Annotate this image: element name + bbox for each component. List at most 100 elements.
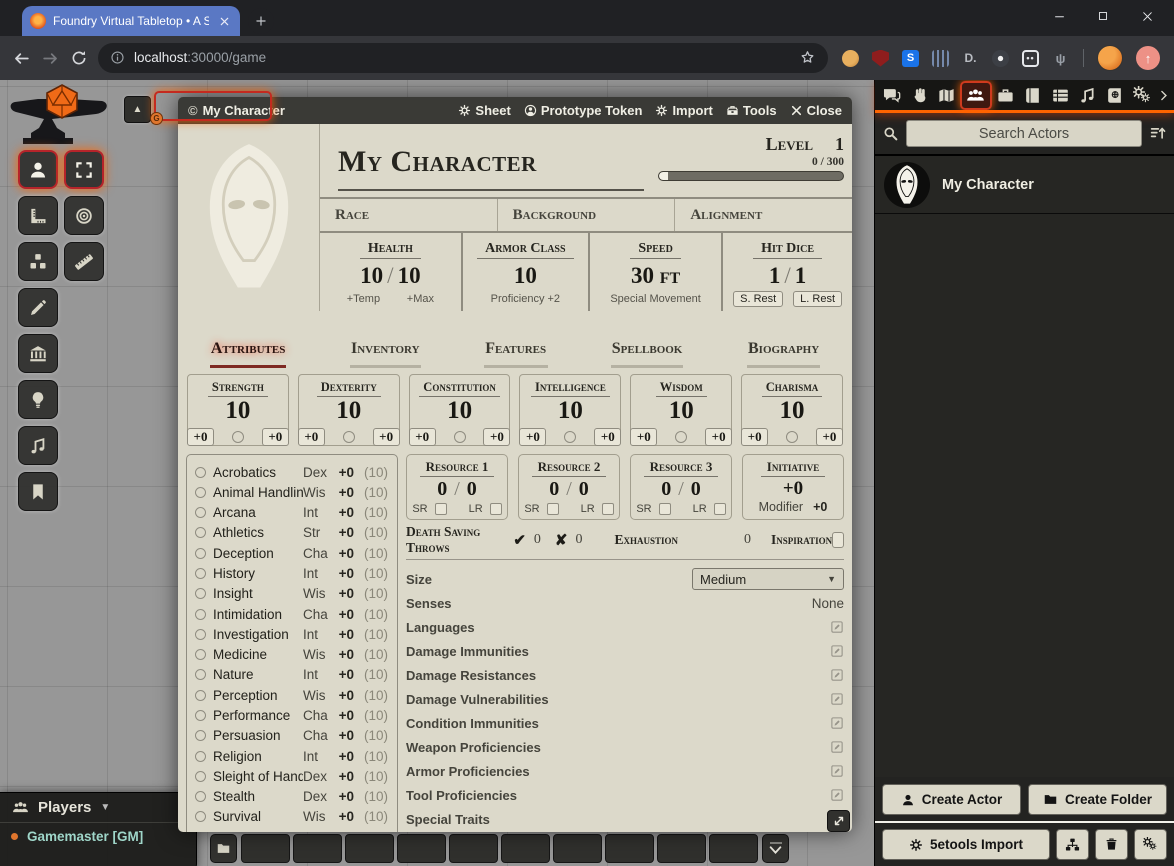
proficiency-radio[interactable]: [195, 791, 206, 802]
macro-slot[interactable]: [605, 834, 654, 863]
create-actor-button[interactable]: Create Actor: [882, 784, 1021, 815]
ability-score[interactable]: 10: [410, 398, 510, 423]
sidebar-tab-playlists[interactable]: [1074, 81, 1101, 110]
lighting-controls[interactable]: [18, 380, 58, 419]
session-extension[interactable]: S: [902, 50, 919, 67]
site-info-icon[interactable]: [110, 49, 125, 67]
camera-extension[interactable]: [992, 50, 1009, 67]
proficiency-radio[interactable]: [195, 811, 206, 822]
resource-max[interactable]: 0: [467, 478, 477, 500]
back-icon[interactable]: [12, 49, 31, 68]
proficiency-radio[interactable]: [195, 487, 206, 498]
level-field[interactable]: Level1: [658, 134, 844, 155]
resource-value[interactable]: 0: [437, 478, 447, 500]
short-rest-button[interactable]: S. Rest: [733, 291, 783, 307]
configure-button[interactable]: [1134, 829, 1167, 860]
sidebar-tab-chat[interactable]: [878, 81, 905, 110]
browser-tab[interactable]: Foundry Virtual Tabletop • A Stan: [22, 6, 240, 36]
proficiency-radio[interactable]: [195, 467, 206, 478]
sidebar-tab-scenes[interactable]: [933, 81, 960, 110]
edit-trait-button[interactable]: [830, 714, 844, 732]
grid-extension[interactable]: [932, 50, 949, 67]
target-tool[interactable]: [64, 196, 104, 235]
ability-modifier[interactable]: +0: [519, 428, 546, 446]
sidebar-tab-actors[interactable]: [960, 81, 991, 110]
resource-max[interactable]: 0: [579, 478, 589, 500]
saving-throw-modifier[interactable]: +0: [594, 428, 621, 446]
tab-attributes[interactable]: Attributes: [205, 340, 292, 368]
tab-close-icon[interactable]: [216, 13, 232, 29]
health-block[interactable]: Health 10/10 +Temp+Max: [320, 233, 463, 311]
proficiency-radio[interactable]: [195, 649, 206, 660]
hit-dice-block[interactable]: Hit Dice 1/1 S. Rest L. Rest: [723, 233, 852, 311]
lr-checkbox[interactable]: [490, 503, 502, 515]
proficiency-radio[interactable]: [195, 751, 206, 762]
skill-row[interactable]: PersuasionCha+0(10): [195, 726, 388, 746]
skill-row[interactable]: Sleight of HandDex+0(10): [195, 766, 388, 786]
update-chrome-icon[interactable]: ↑: [1136, 46, 1160, 70]
max-hp-label[interactable]: +Max: [407, 293, 434, 305]
alignment-field[interactable]: Alignment: [675, 199, 852, 231]
macro-slot[interactable]: [293, 834, 342, 863]
sort-icon[interactable]: [1149, 124, 1167, 142]
sidebar-tab-combat[interactable]: [905, 81, 932, 110]
saving-throw-modifier[interactable]: +0: [373, 428, 400, 446]
wall-controls[interactable]: [18, 334, 58, 373]
window-header[interactable]: © My Character SheetPrototype TokenImpor…: [178, 97, 852, 124]
proficiency-radio[interactable]: [195, 568, 206, 579]
macro-slot[interactable]: [449, 834, 498, 863]
delete-button[interactable]: [1095, 829, 1128, 860]
ability-score[interactable]: 10: [188, 398, 288, 423]
page-down-icon[interactable]: [769, 846, 782, 855]
proficiency-radio[interactable]: [195, 548, 206, 559]
xp-value[interactable]: 0 / 300: [658, 156, 844, 168]
bookmark-star-icon[interactable]: [799, 49, 816, 67]
sr-checkbox[interactable]: [547, 503, 559, 515]
select-tool[interactable]: [64, 150, 104, 189]
character-name[interactable]: My Character: [338, 134, 644, 191]
edit-trait-button[interactable]: [830, 618, 844, 636]
actor-list-item[interactable]: My Character: [875, 156, 1174, 214]
initiative-block[interactable]: Initiative+0Modifier+0: [742, 454, 844, 520]
proficiency-radio[interactable]: [195, 690, 206, 701]
d-extension[interactable]: D.: [962, 50, 979, 67]
proficiency-radio[interactable]: [195, 507, 206, 518]
resource-value[interactable]: 0: [549, 478, 559, 500]
ability-score[interactable]: 10: [299, 398, 399, 423]
resource-max[interactable]: 0: [691, 478, 701, 500]
tab-features[interactable]: Features: [479, 340, 552, 368]
box-extension[interactable]: ••: [1022, 50, 1039, 67]
sound-controls[interactable]: [18, 426, 58, 465]
proficiency-radio[interactable]: [195, 710, 206, 721]
window-resize-handle[interactable]: [827, 810, 850, 832]
sidebar-tab-settings[interactable]: [1129, 81, 1156, 110]
measurement-controls[interactable]: [18, 196, 58, 235]
ability-wisdom[interactable]: Wisdom10+0+0: [630, 374, 732, 446]
create-folder-button[interactable]: Create Folder: [1028, 784, 1167, 815]
initiative-value[interactable]: +0: [743, 478, 843, 500]
sr-checkbox[interactable]: [435, 503, 447, 515]
macro-folder-icon[interactable]: [210, 834, 237, 863]
edit-trait-button[interactable]: [830, 666, 844, 684]
skill-row[interactable]: StealthDex+0(10): [195, 787, 388, 807]
ability-modifier[interactable]: +0: [298, 428, 325, 446]
proficiency-toggle[interactable]: [454, 431, 466, 443]
player-row[interactable]: Gamemaster [GM]: [0, 823, 196, 850]
import-button[interactable]: Import: [655, 103, 712, 118]
close-window-icon[interactable]: [1136, 5, 1158, 27]
folder-tree-button[interactable]: [1056, 829, 1089, 860]
profile-avatar[interactable]: [1097, 45, 1123, 71]
resource-value[interactable]: 0: [661, 478, 671, 500]
skill-row[interactable]: Animal HandlingWis+0(10): [195, 482, 388, 502]
skill-row[interactable]: ArcanaInt+0(10): [195, 503, 388, 523]
background-field[interactable]: Background: [498, 199, 676, 231]
reload-icon[interactable]: [70, 49, 88, 67]
edit-trait-button[interactable]: [830, 786, 844, 804]
active-scene-nav-item[interactable]: G: [154, 91, 272, 121]
proficiency-radio[interactable]: [195, 669, 206, 680]
proficiency-radio[interactable]: [195, 730, 206, 741]
death-success-count[interactable]: 0: [526, 532, 555, 548]
skill-row[interactable]: MedicineWis+0(10): [195, 645, 388, 665]
ability-intelligence[interactable]: Intelligence10+0+0: [519, 374, 621, 446]
players-header[interactable]: Players ▼: [0, 793, 196, 823]
